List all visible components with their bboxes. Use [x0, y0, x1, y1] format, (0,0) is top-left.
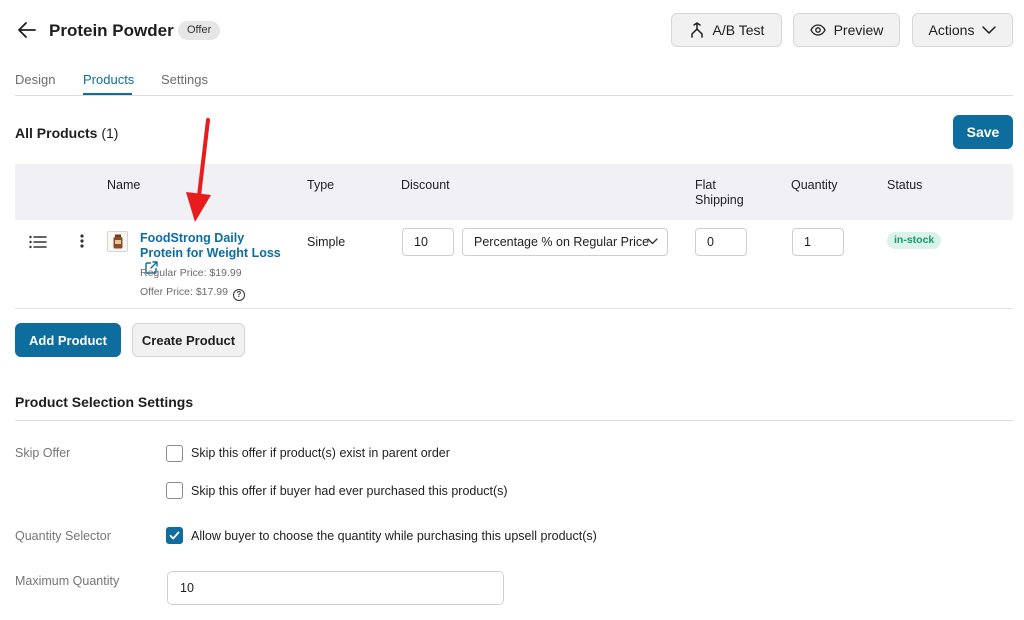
eye-icon [809, 24, 826, 36]
back-arrow-icon[interactable] [15, 18, 39, 42]
help-icon[interactable]: ? [232, 289, 245, 301]
column-flat-shipping: Flat Shipping [695, 178, 744, 207]
more-vertical-icon[interactable] [79, 234, 85, 248]
table-row: FoodStrong Daily Protein for Weight Loss… [15, 220, 1013, 309]
products-count: (1) [101, 125, 119, 141]
preview-button[interactable]: Preview [793, 13, 900, 47]
create-product-button[interactable]: Create Product [132, 323, 245, 357]
maximum-quantity-label: Maximum Quantity [15, 574, 120, 588]
chevron-down-icon [647, 238, 658, 245]
quantity-selector-option-label[interactable]: Allow buyer to choose the quantity while… [191, 529, 597, 543]
product-name: FoodStrong Daily Protein for Weight Loss [140, 231, 281, 260]
skip-offer-label: Skip Offer [15, 446, 71, 460]
skip-offer-ever-purchased-checkbox[interactable] [166, 482, 183, 499]
quantity-selector-checkbox[interactable] [166, 527, 183, 544]
product-selection-settings-heading: Product Selection Settings [15, 394, 194, 410]
product-type: Simple [307, 235, 346, 249]
annotation-arrow-icon [186, 118, 211, 222]
flat-shipping-input[interactable] [695, 228, 747, 256]
section-divider [15, 420, 1013, 421]
actions-label: Actions [928, 22, 975, 38]
actions-dropdown[interactable]: Actions [912, 13, 1013, 47]
chevron-down-icon [982, 25, 997, 34]
tab-products[interactable]: Products [83, 72, 134, 87]
split-icon [690, 22, 703, 38]
skip-offer-parent-order-label[interactable]: Skip this offer if product(s) exist in p… [191, 446, 450, 460]
save-button[interactable]: Save [953, 115, 1013, 149]
discount-input[interactable] [402, 228, 454, 256]
status-badge: in-stock [887, 232, 942, 249]
ab-test-label: A/B Test [712, 22, 765, 38]
tab-settings[interactable]: Settings [161, 72, 208, 87]
drag-handle-icon[interactable] [29, 235, 47, 249]
column-status: Status [887, 178, 923, 192]
preview-label: Preview [833, 22, 884, 38]
tab-bar: Design Products Settings [15, 70, 1013, 96]
quantity-selector-label: Quantity Selector [15, 529, 111, 543]
offer-badge: Offer [178, 21, 221, 40]
discount-type-select[interactable]: Percentage % on Regular Price [462, 228, 668, 256]
quantity-input[interactable] [792, 228, 844, 256]
all-products-heading: All Products (1) [15, 125, 118, 141]
discount-type-value: Percentage % on Regular Price [474, 235, 650, 249]
column-discount: Discount [401, 178, 450, 192]
regular-price: Regular Price: $19.99 [140, 267, 242, 279]
product-thumbnail [107, 231, 128, 252]
ab-test-button[interactable]: A/B Test [671, 13, 782, 47]
column-name: Name [107, 178, 141, 192]
page-title: Protein Powder [49, 21, 174, 40]
all-products-title: All Products [15, 125, 98, 141]
tab-design[interactable]: Design [15, 72, 55, 87]
maximum-quantity-input[interactable] [167, 571, 504, 605]
offer-price-wrap: Offer Price: $17.99? [140, 286, 245, 301]
column-type: Type [307, 178, 335, 192]
active-tab-indicator [83, 93, 132, 95]
skip-offer-parent-order-checkbox[interactable] [166, 445, 183, 462]
page-header: Protein Powder Offer A/B Test Preview Ac… [15, 12, 1013, 48]
offer-price: Offer Price: $17.99 [140, 286, 228, 298]
add-product-button[interactable]: Add Product [15, 323, 121, 357]
skip-offer-ever-purchased-label[interactable]: Skip this offer if buyer had ever purcha… [191, 484, 508, 498]
column-quantity: Quantity [791, 178, 838, 192]
products-table-header: Name Type Discount Flat Shipping Quantit… [15, 164, 1013, 220]
check-icon [169, 531, 180, 540]
